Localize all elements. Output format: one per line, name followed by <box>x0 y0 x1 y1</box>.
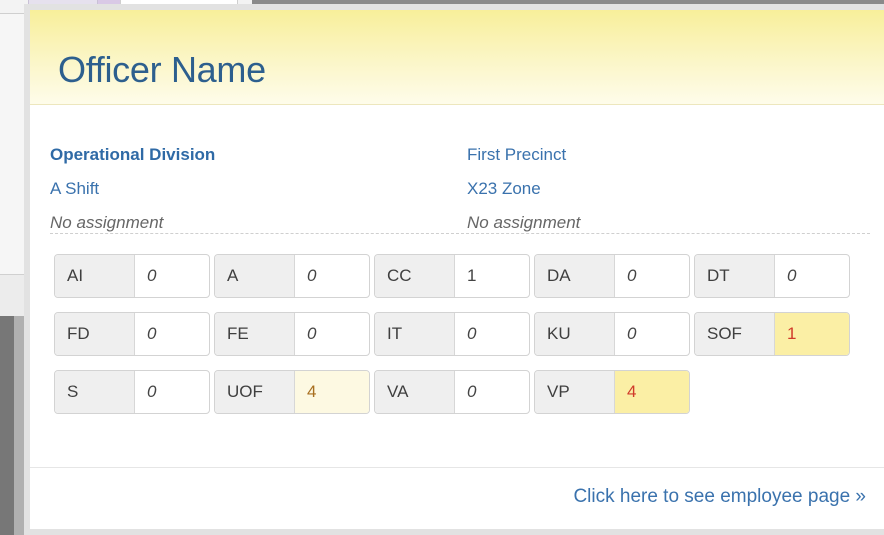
stat-value: 4 <box>295 371 369 413</box>
stat-value: 0 <box>627 266 637 285</box>
stat-cell-va: VA 0 <box>374 370 530 414</box>
stat-value: 0 <box>467 324 477 343</box>
stat-cell-sof: SOF 1 <box>694 312 850 356</box>
assignment-left-column: Operational Division A Shift No assignme… <box>50 138 467 233</box>
stat-cell-a: A0 <box>214 254 370 298</box>
stat-cell-da: DA 0 <box>534 254 690 298</box>
stat-cell-cc: CC 1 <box>374 254 530 298</box>
stat-value: 1 <box>467 266 477 285</box>
stat-value: 1 <box>775 313 849 355</box>
stat-label: A <box>215 255 295 297</box>
division-link[interactable]: Operational Division <box>50 145 215 164</box>
stat-cell-it: IT 0 <box>374 312 530 356</box>
stat-label: UOF <box>215 371 295 413</box>
stat-value: 4 <box>615 371 689 413</box>
left-assignment-text: No assignment <box>50 213 164 232</box>
stat-label: AI <box>55 255 135 297</box>
stat-value: 0 <box>467 382 477 401</box>
popover-header: Officer Name <box>30 10 884 105</box>
stat-label: IT <box>375 313 455 355</box>
zone-link[interactable]: X23 Zone <box>467 179 541 198</box>
stat-cell-ai: AI 0 <box>54 254 210 298</box>
stat-cell-fe: FE 0 <box>214 312 370 356</box>
stat-value: 0 <box>787 266 797 285</box>
shift-link[interactable]: A Shift <box>50 179 99 198</box>
officer-name: Officer Name <box>58 49 266 90</box>
popover-footer: Click here to see employee page » <box>30 467 884 529</box>
stat-cell-s: S0 <box>54 370 210 414</box>
stat-value: 0 <box>307 266 317 285</box>
stat-label: FE <box>215 313 295 355</box>
stat-label: DT <box>695 255 775 297</box>
stat-cell-fd: FD 0 <box>54 312 210 356</box>
stat-label: DA <box>535 255 615 297</box>
officer-popover: Officer Name Operational Division A Shif… <box>24 4 884 535</box>
assignment-right-column: First Precinct X23 Zone No assignment <box>467 138 884 233</box>
stat-label: KU <box>535 313 615 355</box>
employee-page-link[interactable]: Click here to see employee page » <box>573 486 866 507</box>
stat-value: 0 <box>147 266 157 285</box>
stat-cell-uof: UOF 4 <box>214 370 370 414</box>
stat-cell-dt: DT 0 <box>694 254 850 298</box>
stat-label: CC <box>375 255 455 297</box>
stat-label: FD <box>55 313 135 355</box>
stat-label: S <box>55 371 135 413</box>
background-overlay <box>0 316 14 535</box>
stat-cell-vp: VP 4 <box>534 370 690 414</box>
stat-value: 0 <box>307 324 317 343</box>
right-assignment-text: No assignment <box>467 213 581 232</box>
precinct-link[interactable]: First Precinct <box>467 145 566 164</box>
stat-cell-ku: KU 0 <box>534 312 690 356</box>
assignment-info: Operational Division A Shift No assignme… <box>30 105 884 233</box>
stats-grid: AI 0 A 0 CC 1 DA 0 DT 0 FD 0 FE 0 IT 0 KU 0 SOF 1 S 0 UOF 4 VA 0 V… <box>30 234 884 414</box>
stat-label: SOF <box>695 313 775 355</box>
stat-label: VA <box>375 371 455 413</box>
stat-value: 0 <box>147 382 157 401</box>
stat-label: VP <box>535 371 615 413</box>
stat-value: 0 <box>627 324 637 343</box>
stat-value: 0 <box>147 324 157 343</box>
